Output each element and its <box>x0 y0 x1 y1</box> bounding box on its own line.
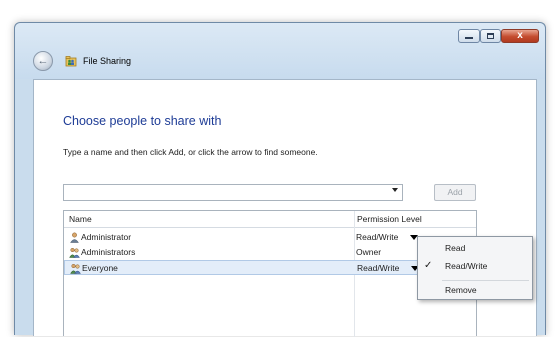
row-permission: Read/Write <box>357 263 400 273</box>
back-button[interactable]: ← <box>33 51 53 71</box>
page-heading: Choose people to share with <box>63 114 222 128</box>
permission-context-menu: Read ✓ Read/Write Remove <box>417 236 533 300</box>
close-button[interactable]: x <box>501 29 539 43</box>
maximize-icon <box>487 33 494 39</box>
checkmark-icon: ✓ <box>424 260 433 271</box>
back-arrow-icon: ← <box>37 55 49 67</box>
group-icon <box>70 263 81 274</box>
column-header-permission[interactable]: Permission Level <box>357 214 422 224</box>
row-name: Administrators <box>81 247 136 257</box>
maximize-button[interactable] <box>480 29 501 43</box>
permissions-list: Name Permission Level Administrator Read… <box>63 210 477 337</box>
group-icon <box>69 247 80 258</box>
menu-separator <box>442 280 529 281</box>
menu-item-label: Read <box>445 243 466 253</box>
menu-item-read-write[interactable]: ✓ Read/Write <box>418 258 532 274</box>
row-permission: Owner <box>356 247 382 257</box>
list-row-everyone[interactable]: Everyone Read/Write <box>64 260 476 275</box>
close-icon: x <box>517 30 523 41</box>
list-header: Name Permission Level <box>64 211 476 228</box>
minimize-icon <box>465 37 473 39</box>
window-title: File Sharing <box>83 56 132 66</box>
add-button[interactable]: Add <box>434 184 476 201</box>
menu-item-label: Remove <box>445 285 477 295</box>
name-input[interactable] <box>63 184 403 201</box>
title-bar: x ← File Sharing <box>15 23 545 79</box>
row-name: Everyone <box>82 263 118 273</box>
row-name: Administrator <box>81 232 132 242</box>
instruction-text: Type a name and then click Add, or click… <box>63 147 318 157</box>
menu-item-remove[interactable]: Remove <box>418 282 532 298</box>
minimize-button[interactable] <box>458 29 480 43</box>
file-sharing-icon <box>65 56 77 67</box>
user-icon <box>70 232 79 243</box>
menu-item-label: Read/Write <box>445 261 488 271</box>
list-row-administrators[interactable]: Administrators Owner <box>64 245 476 260</box>
menu-item-read[interactable]: Read <box>418 240 532 256</box>
row-permission: Read/Write <box>356 232 399 242</box>
dropdown-arrow-icon[interactable] <box>392 188 398 192</box>
list-row-administrator[interactable]: Administrator Read/Write <box>64 230 476 245</box>
column-header-name[interactable]: Name <box>69 214 92 224</box>
